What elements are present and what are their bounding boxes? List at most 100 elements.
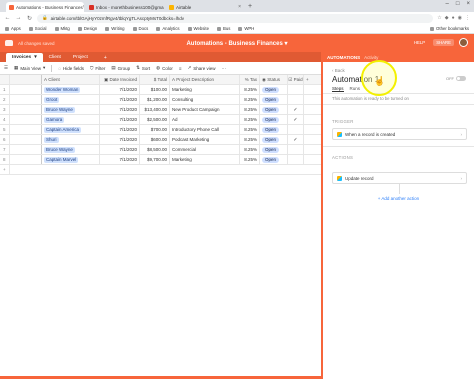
linked-record-chip[interactable]: Gamora [44, 116, 65, 123]
table-row[interactable]: 1 Wonder Woman 7/1/2020 $100.00 Marketing 8.2… [0, 85, 321, 95]
column-header-client[interactable]: A Client [42, 75, 100, 84]
cell-date[interactable]: 7/1/2020 [100, 135, 140, 144]
cell-tax[interactable]: 8.25% [240, 95, 260, 104]
linked-record-chip[interactable]: Captain Marvel [44, 156, 79, 163]
table-row[interactable]: 2 Groot 7/1/2020 $1,200.00 Consulting 8.25% Op… [0, 95, 321, 105]
group-button[interactable]: ▤ Group [111, 65, 130, 71]
cell-status[interactable]: Open [260, 125, 288, 134]
cell-client[interactable]: Shuri [42, 135, 100, 144]
cell-client[interactable]: Bruce Wayne [42, 105, 100, 114]
table-row[interactable]: 7 Bruce Wayne 7/1/2020 $8,500.00 Commercial 8… [0, 145, 321, 155]
profile-icon[interactable]: ◉ [458, 15, 462, 21]
linked-record-chip[interactable]: Groot [44, 96, 60, 103]
cell-status[interactable]: Open [260, 85, 288, 94]
cell-total[interactable]: $8,500.00 [140, 145, 170, 154]
sort-button[interactable]: ⇅ Sort [136, 65, 150, 71]
linked-record-chip[interactable]: Shuri [44, 136, 59, 143]
close-tab-icon[interactable]: × [83, 4, 84, 10]
cell-tax[interactable]: 8.25% [240, 85, 260, 94]
color-button[interactable]: ◍ Color [156, 65, 173, 71]
linked-record-chip[interactable]: Wonder Woman [44, 86, 81, 93]
cell-total[interactable]: $2,500.00 [140, 115, 170, 124]
new-tab-button[interactable]: + [248, 2, 252, 12]
cell-paid-checkbox[interactable] [288, 95, 304, 104]
close-tab-icon[interactable]: × [238, 4, 241, 10]
cell-total[interactable]: $1,200.00 [140, 95, 170, 104]
airtable-logo-icon[interactable] [5, 40, 13, 46]
cell-client[interactable]: Captain America [42, 125, 100, 134]
bookmark-item[interactable]: Website [187, 26, 209, 31]
automations-tab[interactable]: AUTOMATIONS [327, 55, 360, 60]
tab-invoices[interactable]: Invoices ▾ [6, 53, 43, 62]
url-field[interactable]: 🔒 airtable.com/tblGAjHyY0zmfRgv4/tblqYgT… [37, 13, 434, 23]
share-view-button[interactable]: ↗ Share view [188, 65, 216, 71]
activity-tab[interactable]: Activity [364, 55, 378, 60]
close-window-icon[interactable]: × [466, 1, 470, 7]
back-arrow-icon[interactable]: ← [4, 15, 11, 21]
cell-status[interactable]: Open [260, 95, 288, 104]
cell-date[interactable]: 7/1/2020 [100, 115, 140, 124]
bookmark-item[interactable]: Design [77, 26, 97, 31]
linked-record-chip[interactable]: Bruce Wayne [44, 106, 75, 113]
column-header-status[interactable]: ◉ Status [260, 75, 288, 84]
cell-description[interactable]: Podcast Marketing [170, 135, 240, 144]
row-height-button[interactable]: ≡ [179, 66, 182, 71]
tab-steps[interactable]: Steps [332, 86, 344, 92]
column-header-total[interactable]: $ Total [140, 75, 170, 84]
cell-paid-checkbox[interactable]: ✓ [288, 115, 304, 124]
help-button[interactable]: HELP [411, 39, 428, 46]
cell-total[interactable]: $9,700.00 [140, 155, 170, 164]
cell-total[interactable]: $700.00 [140, 125, 170, 134]
tab-runs[interactable]: Runs [350, 86, 361, 92]
table-row[interactable]: 5 Captain America 7/1/2020 $700.00 Introduct… [0, 125, 321, 135]
base-title[interactable]: Automations - Business Finances [186, 41, 282, 47]
hide-fields-button[interactable]: ◌ Hide fields [58, 66, 84, 71]
star-icon[interactable]: ☆ [437, 15, 441, 21]
column-header-date[interactable]: ▣ Date Invoiced [100, 75, 140, 84]
extension-icon[interactable]: ◆ [445, 15, 449, 21]
cell-client[interactable]: Wonder Woman [42, 85, 100, 94]
avatar[interactable] [459, 38, 468, 47]
cell-description[interactable]: Introductory Phone Call [170, 125, 240, 134]
tab-project[interactable]: Project [67, 53, 94, 62]
cell-description[interactable]: Commercial [170, 145, 240, 154]
automation-toggle[interactable]: OFF [446, 76, 466, 81]
toggle-switch[interactable] [456, 76, 466, 81]
cell-paid-checkbox[interactable] [288, 125, 304, 134]
bookmark-item[interactable]: Analytics [156, 26, 180, 31]
cell-client[interactable]: Captain Marvel [42, 155, 100, 164]
bookmark-item[interactable]: Bus [216, 26, 230, 31]
cell-description[interactable]: Ad [170, 115, 240, 124]
cell-tax[interactable]: 8.25% [240, 145, 260, 154]
cell-tax[interactable]: 8.25% [240, 155, 260, 164]
cell-date[interactable]: 7/1/2020 [100, 125, 140, 134]
cell-date[interactable]: 7/1/2020 [100, 155, 140, 164]
bookmark-item[interactable]: Writing [105, 26, 125, 31]
cell-paid-checkbox[interactable]: ✓ [288, 105, 304, 114]
select-all-checkbox[interactable] [0, 75, 10, 84]
cell-total[interactable]: $13,400.00 [140, 105, 170, 114]
table-row[interactable]: 4 Gamora 7/1/2020 $2,500.00 Ad 8.25% Open ✓ [0, 115, 321, 125]
table-row[interactable]: 8 Captain Marvel 7/1/2020 $9,700.00 Marketin… [0, 155, 321, 165]
bookmark-item[interactable]: Social [28, 26, 47, 31]
browser-tab-inbox[interactable]: Inbox - morethbusiness100@gma × [86, 2, 164, 12]
cell-paid-checkbox[interactable]: ✓ [288, 135, 304, 144]
action-card[interactable]: Update record › [332, 172, 467, 184]
bookmark-item[interactable]: Other bookmarks [430, 26, 469, 31]
browser-tab-automations[interactable]: Automations - Business Finances × [6, 2, 84, 12]
bookmark-item[interactable]: Apps [5, 26, 21, 31]
cell-description[interactable]: Consulting [170, 95, 240, 104]
add-record-icon[interactable]: + [0, 165, 10, 174]
column-header-paid[interactable]: ☑ Paid [288, 75, 304, 84]
linked-record-chip[interactable]: Bruce Wayne [44, 146, 75, 153]
minimize-icon[interactable]: – [446, 1, 449, 7]
cell-status[interactable]: Open [260, 135, 288, 144]
reload-icon[interactable]: ↻ [26, 15, 33, 22]
add-table-button[interactable]: + [94, 53, 113, 62]
browser-tab-airtable[interactable]: Airtable × [166, 2, 244, 12]
cell-status[interactable]: Open [260, 155, 288, 164]
menu-icon[interactable]: ⋮ [465, 15, 470, 21]
cell-date[interactable]: 7/1/2020 [100, 95, 140, 104]
cell-description[interactable]: New Product Campaign [170, 105, 240, 114]
bookmark-item[interactable]: Mktg [54, 26, 70, 31]
